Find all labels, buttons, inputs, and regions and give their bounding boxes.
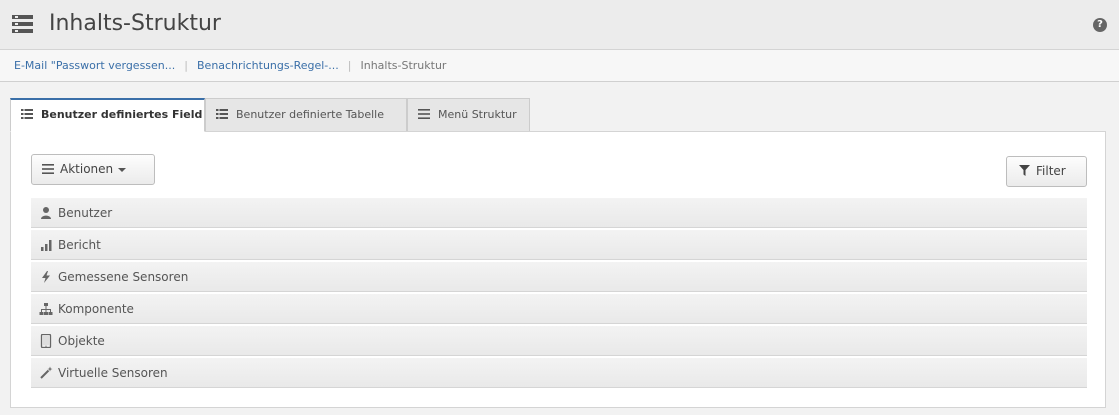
list-item-label: Bericht — [58, 238, 101, 252]
question-circle-icon[interactable]: ? — [1093, 18, 1107, 32]
filter-icon — [1019, 165, 1030, 176]
breadcrumb-current: Inhalts-Struktur — [360, 59, 447, 72]
sitemap-icon — [39, 302, 53, 316]
list-table-icon — [12, 15, 33, 33]
list-item-label: Gemessene Sensoren — [58, 270, 189, 284]
tab-menu-structure[interactable]: Menü Struktur — [407, 98, 530, 132]
list-item-label: Virtuelle Sensoren — [58, 366, 168, 380]
page-title: Inhalts-Struktur — [49, 11, 221, 36]
breadcrumb-separator: | — [347, 59, 352, 72]
list-item-komponente[interactable]: Komponente — [31, 294, 1087, 324]
list-item-label: Komponente — [58, 302, 134, 316]
tab-custom-table[interactable]: Benutzer definierte Tabelle — [205, 98, 407, 132]
breadcrumb-separator: | — [184, 59, 188, 72]
caret-down-icon — [118, 167, 127, 172]
list-item-objekte[interactable]: Objekte — [31, 326, 1087, 356]
structure-list: Benutzer Bericht Gemessene Sensoren Komp… — [31, 198, 1087, 390]
bar-chart-icon — [39, 238, 53, 252]
menu-lines-icon — [418, 109, 430, 119]
filter-button[interactable]: Filter — [1006, 156, 1087, 187]
list-item-gemessene-sensoren[interactable]: Gemessene Sensoren — [31, 262, 1087, 292]
table-icon — [216, 109, 228, 119]
tab-label: Menü Struktur — [438, 108, 517, 121]
magic-wand-icon — [39, 366, 53, 380]
list-item-label: Benutzer — [58, 206, 113, 220]
bolt-icon — [39, 270, 53, 284]
tab-content-panel: Aktionen Filter Benutzer Bericht Gemesse… — [10, 131, 1106, 408]
user-icon — [39, 206, 53, 220]
list-item-benutzer[interactable]: Benutzer — [31, 198, 1087, 228]
breadcrumb-link-rule[interactable]: Benachrichtungs-Regel-... — [197, 59, 339, 72]
menu-lines-icon — [42, 163, 54, 174]
tablet-icon — [39, 333, 53, 348]
actions-dropdown-button[interactable]: Aktionen — [31, 154, 155, 185]
list-item-label: Objekte — [58, 334, 105, 348]
page-header: Inhalts-Struktur ? — [0, 0, 1119, 50]
actions-label: Aktionen — [60, 162, 114, 176]
breadcrumb-link-email[interactable]: E-Mail "Passwort vergessen... — [14, 59, 175, 72]
filter-label: Filter — [1036, 164, 1066, 178]
list-item-bericht[interactable]: Bericht — [31, 230, 1087, 260]
tab-label: Benutzer definierte Tabelle — [236, 108, 384, 121]
list-item-virtuelle-sensoren[interactable]: Virtuelle Sensoren — [31, 358, 1087, 388]
tab-label: Benutzer definiertes Field — [41, 108, 203, 121]
table-icon — [21, 109, 33, 119]
breadcrumb: E-Mail "Passwort vergessen... | Benachrich… — [0, 50, 1119, 82]
tab-custom-field[interactable]: Benutzer definiertes Field — [10, 98, 205, 132]
